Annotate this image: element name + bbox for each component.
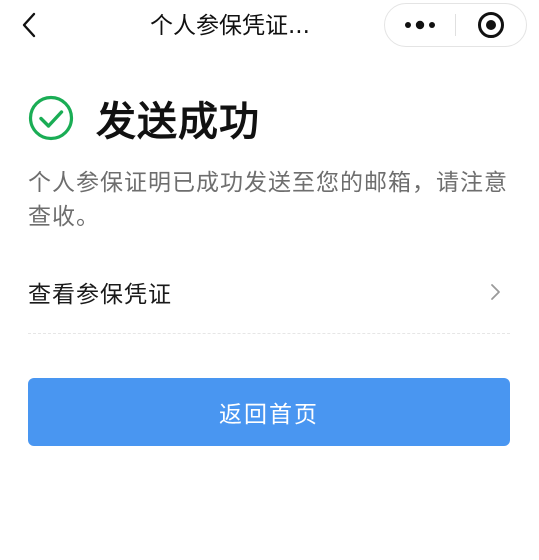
nav-title: 个人参保凭证...	[150, 13, 310, 39]
top-navbar: 个人参保凭证...	[0, 0, 539, 52]
view-voucher-label: 查看参保凭证	[28, 282, 172, 308]
mini-program-capsule	[384, 3, 527, 47]
success-header: 发送成功	[28, 88, 260, 148]
check-circle-icon	[28, 95, 74, 141]
more-dots-icon	[405, 20, 435, 30]
back-home-label: 返回首页	[219, 402, 319, 428]
success-title: 发送成功	[96, 99, 260, 145]
chevron-right-icon	[491, 284, 500, 300]
close-button[interactable]	[456, 4, 526, 46]
list-divider	[28, 333, 510, 334]
target-close-icon	[477, 12, 504, 38]
success-description: 个人参保证明已成功发送至您的邮箱，请注意查收。	[28, 170, 508, 230]
more-button[interactable]	[385, 4, 455, 46]
back-button[interactable]	[14, 10, 44, 40]
page: 个人参保凭证... 发送成功 个人参保证明已成功发送至您的邮箱，请注意查收。 查…	[0, 0, 539, 560]
view-voucher-item[interactable]: 查看参保凭证	[28, 268, 510, 316]
back-home-button[interactable]: 返回首页	[28, 378, 510, 446]
chevron-left-icon	[22, 12, 36, 38]
